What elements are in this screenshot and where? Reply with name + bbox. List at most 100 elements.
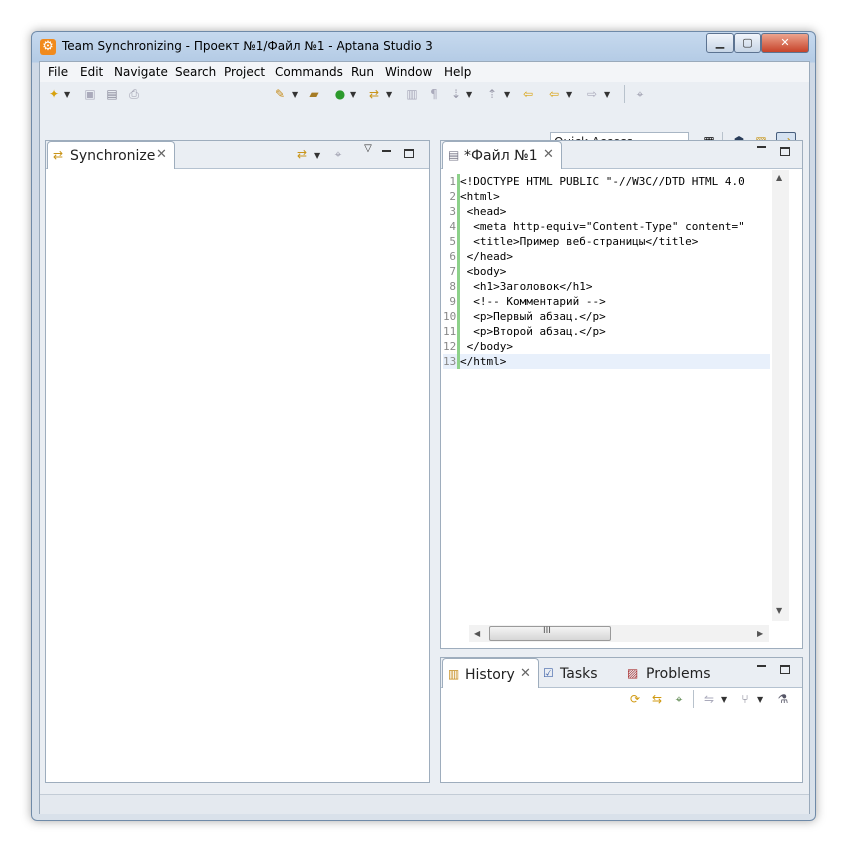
history-icon: ▥ — [448, 667, 460, 681]
code-line: 1 <!DOCTYPE HTML PUBLIC "-//W3C//DTD HTML… — [443, 174, 770, 189]
tab-tasks-label: Tasks — [560, 666, 598, 682]
code-line: 3 <head> — [443, 204, 770, 219]
tab-problems[interactable]: ▨ Problems — [625, 658, 725, 687]
tab-history[interactable]: ▥ History ✕ — [442, 658, 539, 688]
menu-navigate[interactable]: Navigate — [114, 65, 168, 79]
menu-window[interactable]: Window — [385, 65, 432, 79]
pin-view-icon[interactable]: ⌖ — [330, 146, 346, 162]
save-icon[interactable]: ▣ — [82, 86, 98, 102]
wand-dropdown-icon[interactable]: ▼ — [292, 90, 298, 99]
synchronize-icon[interactable]: ⇄ — [366, 86, 382, 102]
compare-mode-icon[interactable]: ⇋ — [701, 691, 717, 707]
close-icon: ✕ — [780, 36, 790, 49]
minimize-panel-icon[interactable] — [757, 660, 767, 669]
menu-commands[interactable]: Commands — [275, 65, 343, 79]
minimize-view-icon[interactable] — [382, 145, 392, 154]
code-text: <p>Первый абзац.</p> — [460, 310, 606, 323]
tab-synchronize-label: Synchronize — [70, 148, 156, 164]
menu-edit[interactable]: Edit — [80, 65, 103, 79]
line-number: 5 — [443, 234, 460, 249]
menu-run[interactable]: Run — [351, 65, 374, 79]
app-window: ⚙ Team Synchronizing - Проект №1/Файл №1… — [31, 31, 816, 821]
editor-horizontal-scrollbar[interactable]: ◀ III ▶ — [469, 625, 769, 642]
paragraph-icon[interactable]: ¶ — [426, 86, 442, 102]
main-toolbar: ✦ ▼ ▣ ▤ ⎙ ✎ ▼ ▰ ● ▼ ⇄ ▼ ▥ ¶ ⇣ ▼ ⇡ ▼ ⇦ ⇦ … — [40, 82, 809, 152]
sync-view-synchronize-icon[interactable]: ⇄ — [294, 146, 310, 162]
tab-problems-label: Problems — [646, 666, 711, 682]
annotation-next-dropdown-icon[interactable]: ▼ — [466, 90, 472, 99]
maximize-panel-icon[interactable] — [780, 665, 790, 674]
line-number: 2 — [443, 189, 460, 204]
close-button[interactable]: ✕ — [761, 33, 809, 53]
code-line: 9 <!-- Комментарий --> — [443, 294, 770, 309]
minimize-button[interactable]: ▁ — [706, 33, 734, 53]
open-folder-icon[interactable]: ▰ — [306, 86, 322, 102]
annotation-next-icon[interactable]: ⇣ — [448, 86, 464, 102]
editor-tabstrip: ▤ *Файл №1 ✕ — [441, 141, 802, 169]
run-dropdown-icon[interactable]: ▼ — [350, 90, 356, 99]
close-tab-icon[interactable]: ✕ — [520, 666, 531, 681]
sync-view-dropdown-icon[interactable]: ▼ — [314, 151, 320, 160]
run-icon[interactable]: ● — [332, 86, 348, 102]
filter-icon[interactable]: ⚗ — [775, 691, 791, 707]
forward-icon[interactable]: ⇨ — [584, 86, 600, 102]
code-text: <h1>Заголовок</h1> — [460, 280, 593, 293]
code-text: <!-- Комментарий --> — [460, 295, 606, 308]
close-tab-icon[interactable]: ✕ — [543, 147, 554, 162]
refresh-icon[interactable]: ⟳ — [627, 691, 643, 707]
problems-icon: ▨ — [627, 666, 639, 680]
pin-icon[interactable]: ⌖ — [632, 86, 648, 102]
code-text: <!DOCTYPE HTML PUBLIC "-//W3C//DTD HTML … — [460, 175, 745, 188]
print-icon[interactable]: ⎙ — [126, 86, 142, 102]
menu-file[interactable]: File — [48, 65, 68, 79]
annotation-prev-icon[interactable]: ⇡ — [484, 86, 500, 102]
scroll-down-icon[interactable]: ▼ — [776, 606, 782, 615]
wand-icon[interactable]: ✎ — [272, 86, 288, 102]
line-number: 8 — [443, 279, 460, 294]
menu-search[interactable]: Search — [175, 65, 216, 79]
branch-dropdown-icon[interactable]: ▼ — [757, 695, 763, 704]
new-dropdown-icon[interactable]: ▼ — [64, 90, 70, 99]
synchronize-icon: ⇄ — [53, 148, 64, 162]
save-all-icon[interactable]: ▤ — [104, 86, 120, 102]
line-number: 13 — [443, 354, 460, 369]
scroll-up-icon[interactable]: ▲ — [776, 173, 782, 182]
annotation-prev-dropdown-icon[interactable]: ▼ — [504, 90, 510, 99]
line-number: 3 — [443, 204, 460, 219]
menu-project[interactable]: Project — [224, 65, 265, 79]
title-bar[interactable]: ⚙ Team Synchronizing - Проект №1/Файл №1… — [32, 32, 815, 60]
tab-tasks[interactable]: ☑ Tasks — [541, 658, 611, 687]
new-icon[interactable]: ✦ — [46, 86, 62, 102]
code-line: 8 <h1>Заголовок</h1> — [443, 279, 770, 294]
html-file-icon: ▤ — [448, 148, 460, 162]
scroll-left-icon[interactable]: ◀ — [474, 629, 480, 638]
pin-history-icon[interactable]: ⌖ — [671, 691, 687, 707]
branch-icon[interactable]: ⑂ — [737, 691, 753, 707]
maximize-view-icon[interactable] — [404, 149, 414, 158]
editor-vertical-scrollbar[interactable]: ▲ ▼ — [772, 170, 789, 621]
code-text: <meta http-equiv="Content-Type" content=… — [460, 220, 745, 233]
last-edit-icon[interactable]: ⇦ — [520, 86, 536, 102]
toggle-icon[interactable]: ▥ — [404, 86, 420, 102]
code-text: </html> — [460, 355, 507, 368]
link-with-editor-icon[interactable]: ⇆ — [649, 691, 665, 707]
compare-dropdown-icon[interactable]: ▼ — [721, 695, 727, 704]
horizontal-scroll-thumb[interactable]: III — [489, 626, 611, 641]
close-tab-icon[interactable]: ✕ — [156, 147, 167, 162]
sync-dropdown-icon[interactable]: ▼ — [386, 90, 392, 99]
maximize-editor-icon[interactable] — [780, 147, 790, 156]
code-text: <body> — [460, 265, 507, 278]
back-icon[interactable]: ⇦ — [546, 86, 562, 102]
forward-dropdown-icon[interactable]: ▼ — [604, 90, 610, 99]
code-editor[interactable]: 1 <!DOCTYPE HTML PUBLIC "-//W3C//DTD HTML… — [443, 170, 774, 632]
minimize-editor-icon[interactable] — [757, 141, 767, 150]
tab-file-1[interactable]: ▤ *Файл №1 ✕ — [442, 141, 562, 169]
menu-help[interactable]: Help — [444, 65, 471, 79]
view-menu-icon[interactable]: ▽ — [360, 141, 376, 157]
line-number: 7 — [443, 264, 460, 279]
scroll-right-icon[interactable]: ▶ — [757, 629, 763, 638]
back-dropdown-icon[interactable]: ▼ — [566, 90, 572, 99]
tab-synchronize[interactable]: ⇄ Synchronize ✕ — [47, 141, 175, 169]
scroll-grip: III — [543, 626, 551, 636]
maximize-button[interactable]: ▢ — [734, 33, 761, 53]
